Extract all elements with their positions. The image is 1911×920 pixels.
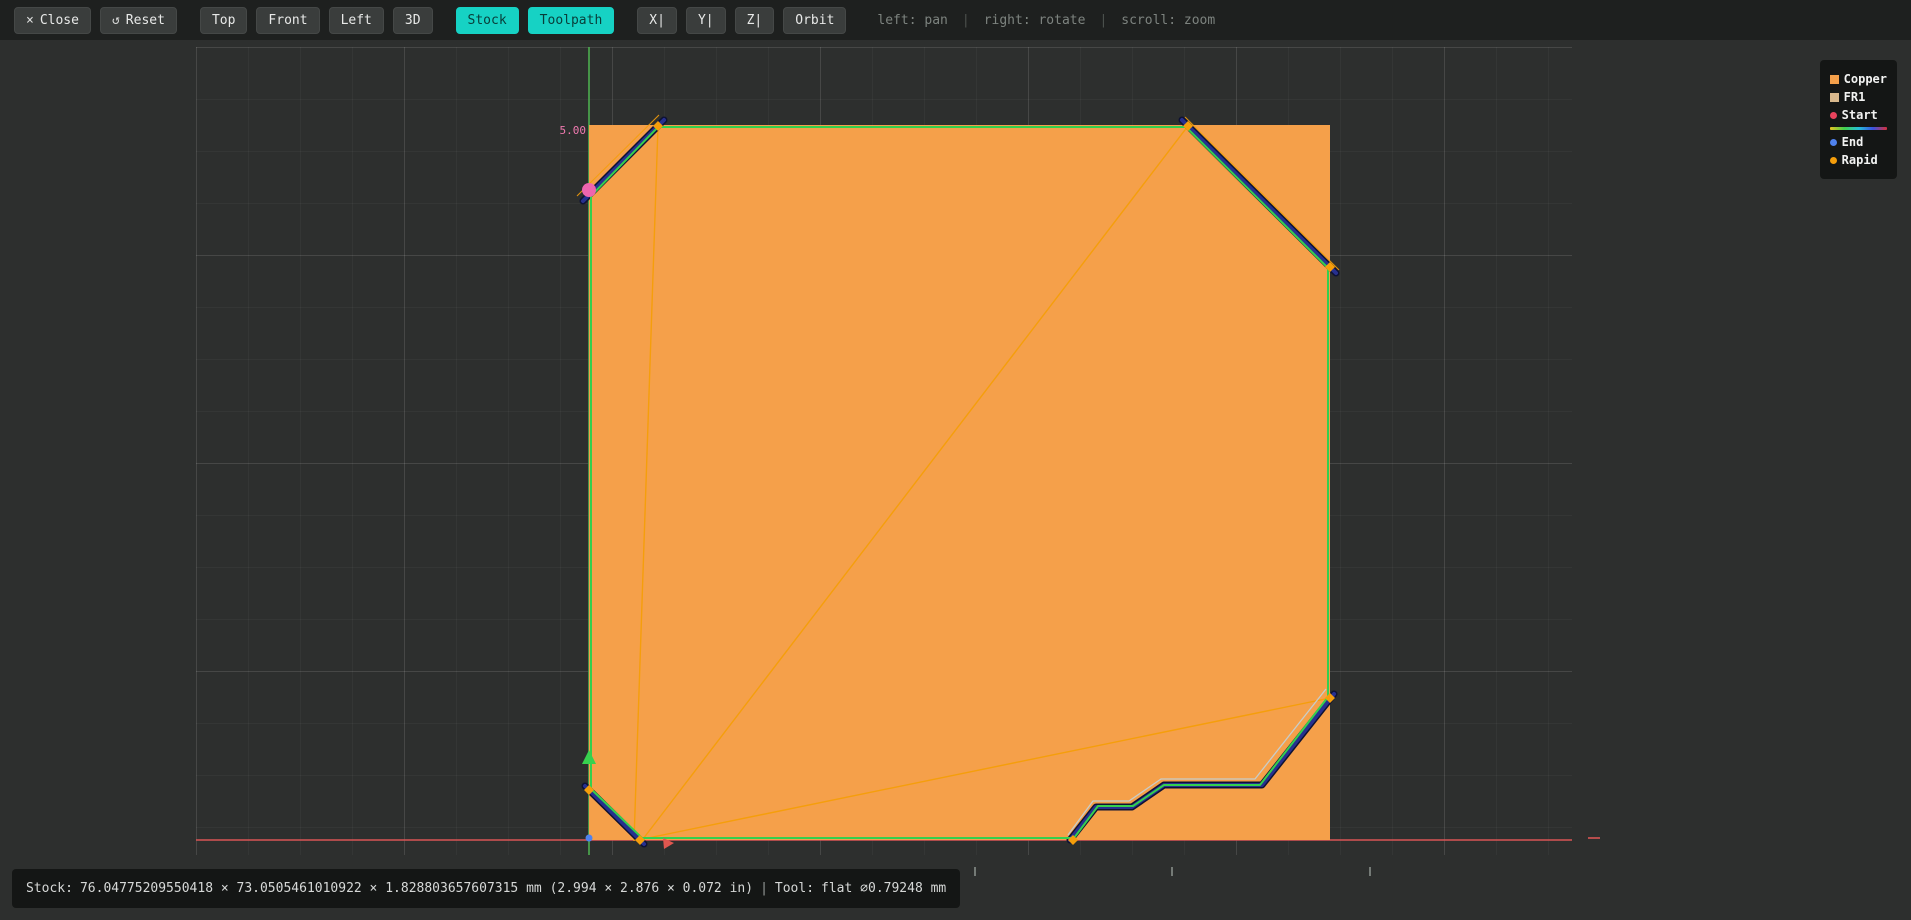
status-separator: | — [760, 881, 768, 896]
reset-button[interactable]: ↺ Reset — [99, 6, 177, 34]
reset-icon: ↺ — [111, 12, 120, 28]
copper-swatch-icon — [1829, 74, 1839, 84]
legend-item-rapid: Rapid — [1829, 153, 1887, 167]
mouse-hints: left: pan | right: rotate | scroll: zoom — [877, 13, 1215, 28]
legend-rapid-label: Rapid — [1841, 153, 1878, 167]
tool-label: Tool: — [774, 881, 815, 896]
legend-item-end: End — [1829, 135, 1887, 149]
toolbar: × Close ↺ Reset Top Front Left 3D Stock … — [0, 0, 1911, 40]
view-buttons-group: Top Front Left 3D — [199, 6, 433, 34]
legend-start-label: Start — [1841, 108, 1878, 122]
orbit-button[interactable]: Orbit — [783, 6, 847, 34]
dimension-label: 5.00 — [560, 124, 587, 137]
legend-end-label: End — [1841, 135, 1864, 149]
hint-left-pan: left: pan — [877, 12, 948, 28]
close-icon: × — [26, 12, 34, 28]
legend-item-copper: Copper — [1829, 72, 1887, 86]
axis-z-button[interactable]: Z| — [734, 6, 775, 34]
close-button[interactable]: × Close — [14, 6, 91, 34]
axis-buttons-group: X| Y| Z| Orbit — [637, 6, 847, 34]
hint-separator: | — [1099, 12, 1108, 28]
start-point-marker — [582, 183, 596, 197]
viewport-canvas[interactable]: 5.00 — [0, 0, 1911, 920]
legend-copper-label: Copper — [1843, 72, 1887, 86]
legend-fr1-label: FR1 — [1843, 90, 1866, 104]
stock-label: Stock: — [26, 881, 73, 896]
hint-scroll-zoom: scroll: zoom — [1121, 12, 1216, 28]
status-bar: Stock: 76.04775209550418 × 73.0505461010… — [12, 869, 961, 908]
legend-item-fr1: FR1 — [1829, 90, 1887, 104]
rapid-dot-icon — [1829, 156, 1837, 164]
end-point-marker — [585, 834, 593, 842]
stock-board — [589, 125, 1330, 840]
layer-toggles-group: Stock Toolpath — [455, 6, 615, 34]
cam-preview-window: 5.00 × Close ↺ Reset Top Front Left 3D S… — [0, 0, 1911, 920]
hint-right-rotate: right: rotate — [983, 12, 1086, 28]
toolpath-toggle-button[interactable]: Toolpath — [527, 6, 615, 34]
fr1-swatch-icon — [1829, 92, 1839, 102]
scene-svg: 5.00 — [196, 47, 1600, 876]
start-dot-icon — [1829, 111, 1837, 119]
reset-label: Reset — [125, 12, 165, 28]
view-top-button[interactable]: Top — [199, 6, 248, 34]
depth-gradient-bar — [1829, 127, 1887, 130]
legend-item-start: Start — [1829, 108, 1887, 122]
axis-x-button[interactable]: X| — [637, 6, 677, 34]
stock-toggle-button[interactable]: Stock — [455, 6, 519, 34]
stock-dimensions: 76.04775209550418 × 73.0505461010922 × 1… — [79, 881, 754, 896]
tool-info: flat ⌀0.79248 mm — [821, 881, 947, 896]
close-label: Close — [39, 12, 79, 28]
end-dot-icon — [1829, 138, 1837, 146]
axis-ticks — [974, 867, 1371, 876]
hint-separator: | — [961, 12, 970, 28]
view-left-button[interactable]: Left — [328, 6, 384, 34]
axis-y-button[interactable]: Y| — [685, 6, 726, 34]
view-front-button[interactable]: Front — [256, 6, 320, 34]
view-3d-button[interactable]: 3D — [392, 6, 433, 34]
legend-panel: Copper FR1 Start End Rapid — [1819, 60, 1897, 179]
